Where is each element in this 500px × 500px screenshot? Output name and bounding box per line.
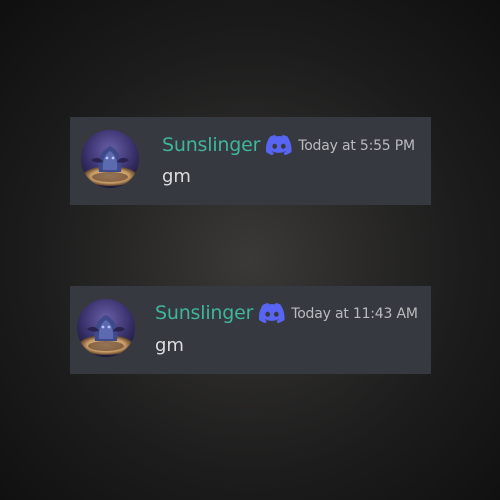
message-header: Sunslinger Today at 11:43 AM <box>155 300 418 326</box>
user-avatar[interactable] <box>77 299 135 357</box>
message-header: Sunslinger Today at 5:55 PM <box>162 132 415 158</box>
message-timestamp[interactable]: Today at 5:55 PM <box>298 136 415 156</box>
discord-logo-icon <box>259 303 285 324</box>
username[interactable]: Sunslinger <box>162 132 260 158</box>
message-content: gm <box>155 335 184 356</box>
user-avatar[interactable] <box>81 130 139 188</box>
username[interactable]: Sunslinger <box>155 300 253 326</box>
avatar-image <box>81 130 139 188</box>
message-content: gm <box>162 166 191 187</box>
message-card: Sunslinger Today at 11:43 AM gm <box>70 286 431 374</box>
message-card: Sunslinger Today at 5:55 PM gm <box>70 117 431 205</box>
avatar-image <box>77 299 135 357</box>
discord-logo-icon <box>266 135 292 156</box>
message-timestamp[interactable]: Today at 11:43 AM <box>291 304 418 324</box>
